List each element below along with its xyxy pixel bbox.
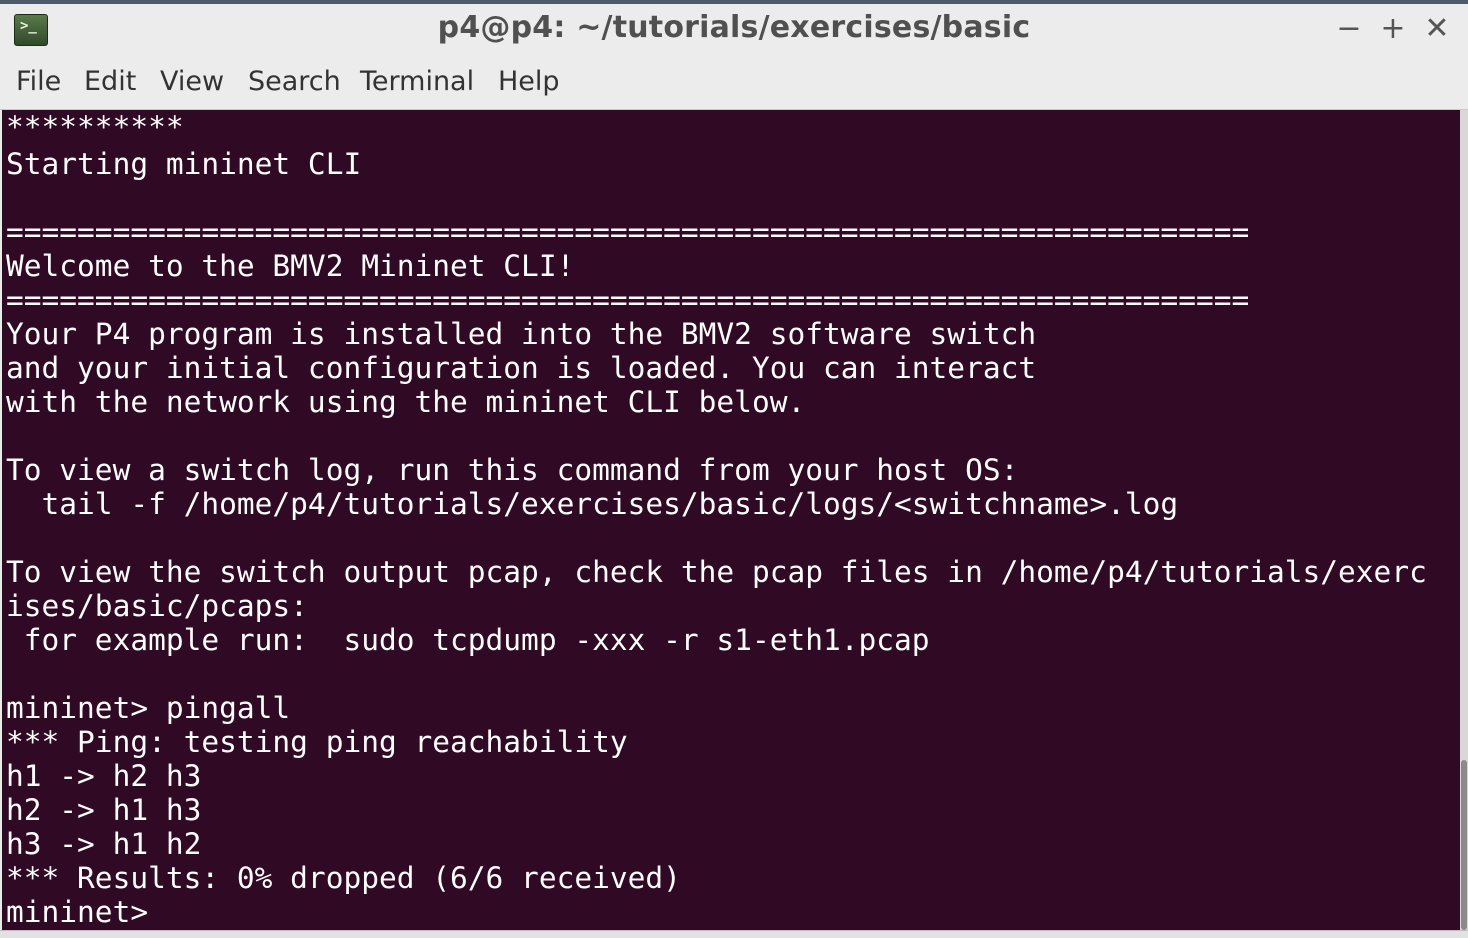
menu-view[interactable]: View bbox=[160, 66, 224, 97]
terminal-line: ========================================… bbox=[6, 215, 1250, 249]
terminal-line: ises/basic/pcaps: bbox=[6, 589, 308, 623]
terminal-line: h2 -> h1 h3 bbox=[6, 793, 202, 827]
menu-edit[interactable]: Edit bbox=[84, 66, 136, 97]
terminal-line: and your initial configuration is loaded… bbox=[6, 351, 1037, 385]
menu-search[interactable]: Search bbox=[248, 66, 341, 97]
terminal-line: To view the switch output pcap, check th… bbox=[6, 555, 1427, 589]
terminal-line: h1 -> h2 h3 bbox=[6, 759, 202, 793]
maximize-button[interactable]: + bbox=[1376, 12, 1410, 46]
menu-file[interactable]: File bbox=[16, 66, 61, 97]
terminal-line: for example run: sudo tcpdump -xxx -r s1… bbox=[6, 623, 930, 657]
menu-help[interactable]: Help bbox=[498, 66, 560, 97]
close-button[interactable]: ✕ bbox=[1420, 12, 1454, 46]
terminal-line: *** Ping: testing ping reachability bbox=[6, 725, 628, 759]
terminal-line: Starting mininet CLI bbox=[6, 147, 362, 181]
terminal-output[interactable]: ********** Starting mininet CLI ========… bbox=[2, 110, 1460, 930]
terminal-line: ========================================… bbox=[6, 283, 1250, 317]
terminal-line: with the network using the mininet CLI b… bbox=[6, 385, 806, 419]
window-title: p4@p4: ~/tutorials/exercises/basic bbox=[437, 10, 1031, 45]
terminal-line: To view a switch log, run this command f… bbox=[6, 453, 1019, 487]
terminal-prompt-line[interactable]: mininet> bbox=[6, 895, 166, 929]
menu-bar: File Edit View Search Terminal Help bbox=[0, 56, 1468, 110]
terminal-line: Welcome to the BMV2 Mininet CLI! bbox=[6, 249, 575, 283]
window-bottom-edge bbox=[0, 930, 1468, 938]
terminal-window: >_ p4@p4: ~/tutorials/exercises/basic − … bbox=[0, 0, 1468, 938]
title-bar[interactable]: >_ p4@p4: ~/tutorials/exercises/basic − … bbox=[0, 4, 1468, 56]
scrollbar-thumb[interactable] bbox=[1461, 760, 1467, 930]
menu-terminal[interactable]: Terminal bbox=[360, 66, 474, 97]
terminal-line: *** Results: 0% dropped (6/6 received) bbox=[6, 861, 681, 895]
terminal-line: ********** bbox=[6, 110, 184, 144]
terminal-line: Your P4 program is installed into the BM… bbox=[6, 317, 1037, 351]
minimize-button[interactable]: − bbox=[1332, 12, 1366, 46]
terminal-line: tail -f /home/p4/tutorials/exercises/bas… bbox=[6, 487, 1179, 521]
terminal-line: mininet> pingall bbox=[6, 691, 291, 725]
terminal-line: h3 -> h1 h2 bbox=[6, 827, 202, 861]
